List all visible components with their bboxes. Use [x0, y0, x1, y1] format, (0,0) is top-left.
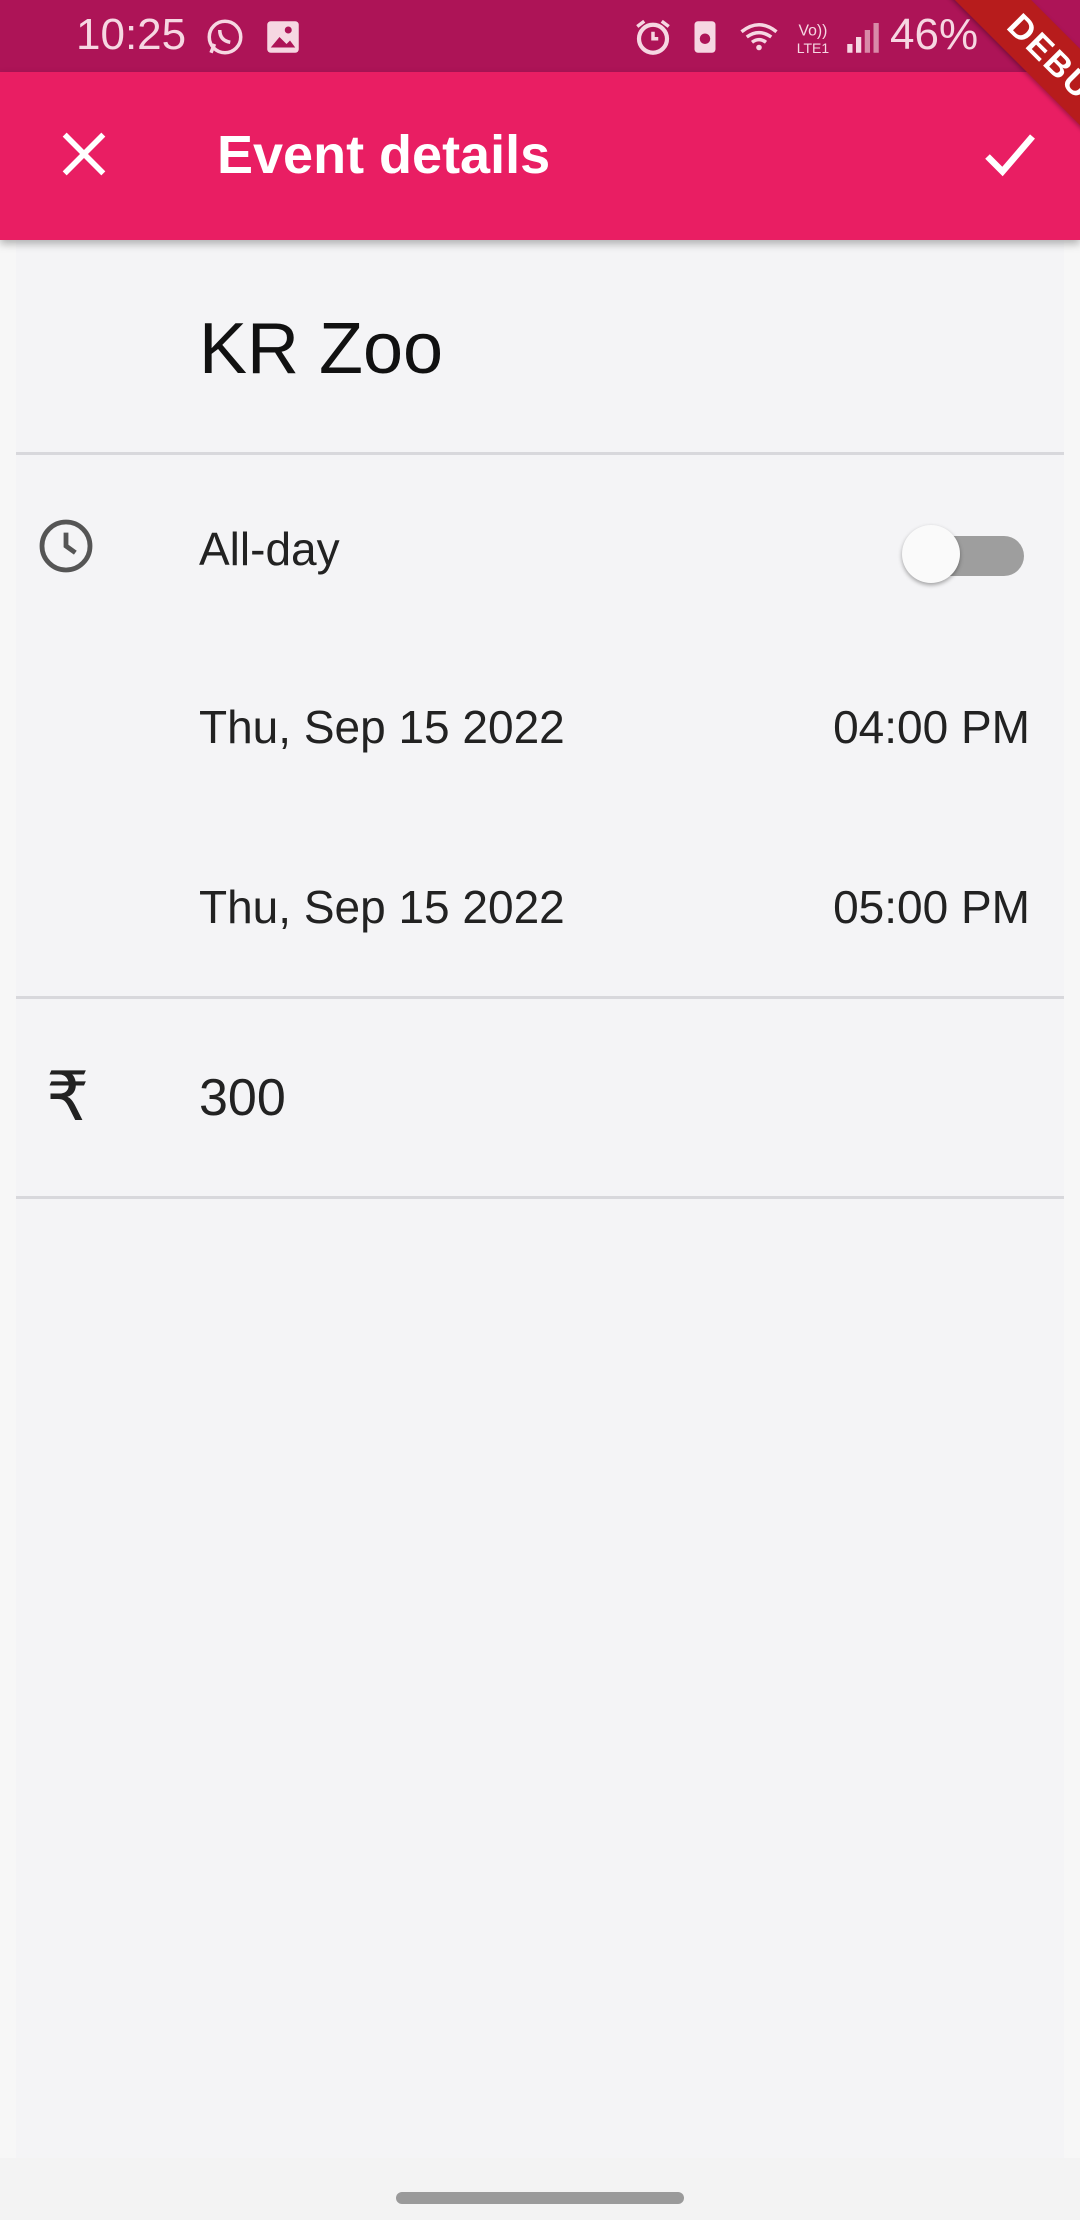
- rupee-icon: ₹: [46, 1058, 90, 1137]
- end-date[interactable]: Thu, Sep 15 2022: [199, 880, 565, 934]
- status-time: 10:25: [76, 10, 187, 59]
- event-form: KR Zoo All-day Thu, Sep 15 2022 04:00 PM…: [16, 240, 1064, 2158]
- wifi-icon: [740, 23, 778, 51]
- svg-text:Vo)): Vo)): [799, 22, 828, 39]
- whatsapp-icon: [207, 19, 243, 55]
- home-indicator[interactable]: [396, 2192, 684, 2204]
- alarm-icon: [636, 19, 670, 55]
- price-field[interactable]: 300: [199, 1068, 286, 1128]
- close-icon: [62, 132, 106, 176]
- gallery-icon: [267, 21, 299, 53]
- navigation-bar: [0, 2158, 1080, 2220]
- app-bar: Event details: [0, 72, 1080, 240]
- page-title: Event details: [217, 125, 551, 185]
- divider: [16, 452, 1064, 455]
- end-time[interactable]: 05:00 PM: [833, 880, 1030, 934]
- signal-icon: [847, 23, 879, 53]
- divider: [16, 996, 1064, 999]
- all-day-label: All-day: [199, 523, 340, 575]
- toggle-thumb: [902, 525, 960, 583]
- event-title[interactable]: KR Zoo: [199, 308, 443, 390]
- all-day-toggle[interactable]: [902, 518, 1026, 588]
- battery-level: 46%: [890, 10, 979, 59]
- start-time[interactable]: 04:00 PM: [833, 700, 1030, 754]
- clock-icon: [39, 519, 93, 573]
- divider: [16, 1196, 1064, 1199]
- battery-saver-icon: [694, 21, 716, 53]
- status-bar: 10:25 Vo)) LTE1 46%: [0, 0, 1080, 72]
- close-button[interactable]: [44, 114, 124, 194]
- start-date[interactable]: Thu, Sep 15 2022: [199, 700, 565, 754]
- check-icon: [985, 134, 1035, 177]
- save-button[interactable]: [970, 114, 1050, 194]
- volte-icon: Vo)) LTE1: [797, 22, 830, 56]
- svg-text:LTE1: LTE1: [797, 40, 830, 56]
